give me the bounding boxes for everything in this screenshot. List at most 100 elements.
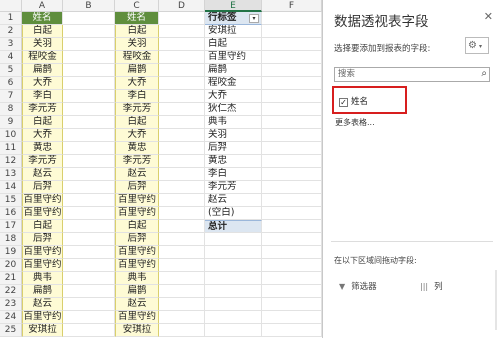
cell-f24[interactable] xyxy=(262,311,322,324)
cell-c18[interactable]: 后羿 xyxy=(115,233,159,246)
columns-area-label[interactable]: ||| 列 xyxy=(420,280,443,292)
cell-f9[interactable] xyxy=(262,116,322,129)
row-header[interactable]: 8 xyxy=(0,103,22,116)
cell-b5[interactable] xyxy=(63,64,115,77)
cell-f15[interactable] xyxy=(262,194,322,207)
cell-a9[interactable]: 白起 xyxy=(22,116,63,129)
cell-f22[interactable] xyxy=(262,285,322,298)
cell-a13[interactable]: 赵云 xyxy=(22,168,63,181)
cell-b15[interactable] xyxy=(63,194,115,207)
pivot-row-item[interactable]: 百里守约 xyxy=(205,51,262,64)
cell-c9[interactable]: 白起 xyxy=(115,116,159,129)
cell-c1[interactable]: 姓名 xyxy=(115,12,159,25)
cell-f20[interactable] xyxy=(262,259,322,272)
cell-e23[interactable] xyxy=(205,298,262,311)
cell-f7[interactable] xyxy=(262,90,322,103)
column-header-a[interactable]: A xyxy=(22,0,63,12)
row-header[interactable]: 14 xyxy=(0,181,22,194)
cell-c4[interactable]: 程咬金 xyxy=(115,51,159,64)
row-header[interactable]: 15 xyxy=(0,194,22,207)
cell-c10[interactable]: 大乔 xyxy=(115,129,159,142)
row-header[interactable]: 24 xyxy=(0,311,22,324)
pivot-row-item[interactable]: 关羽 xyxy=(205,129,262,142)
cell-a11[interactable]: 黄忠 xyxy=(22,142,63,155)
cell-a2[interactable]: 白起 xyxy=(22,25,63,38)
cell-a17[interactable]: 白起 xyxy=(22,220,63,233)
cell-a3[interactable]: 关羽 xyxy=(22,38,63,51)
cell-e18[interactable] xyxy=(205,233,262,246)
cell-f12[interactable] xyxy=(262,155,322,168)
pivot-row-item[interactable]: 黄忠 xyxy=(205,155,262,168)
column-header-d[interactable]: D xyxy=(159,0,205,12)
cell-a15[interactable]: 百里守约 xyxy=(22,194,63,207)
cell-f25[interactable] xyxy=(262,324,322,337)
cell-d14[interactable] xyxy=(159,181,205,194)
cell-f16[interactable] xyxy=(262,207,322,220)
pivot-row-item[interactable]: 狄仁杰 xyxy=(205,103,262,116)
row-header[interactable]: 21 xyxy=(0,272,22,285)
cell-d18[interactable] xyxy=(159,233,205,246)
cell-d4[interactable] xyxy=(159,51,205,64)
cell-f6[interactable] xyxy=(262,77,322,90)
pivot-row-item[interactable]: 程咬金 xyxy=(205,77,262,90)
cell-a5[interactable]: 扁鹊 xyxy=(22,64,63,77)
cell-d25[interactable] xyxy=(159,324,205,337)
cell-a1[interactable]: 姓名 xyxy=(22,12,63,25)
pivot-row-item[interactable]: 赵云 xyxy=(205,194,262,207)
cell-d22[interactable] xyxy=(159,285,205,298)
row-header[interactable]: 17 xyxy=(0,220,22,233)
cell-b10[interactable] xyxy=(63,129,115,142)
cell-a14[interactable]: 后羿 xyxy=(22,181,63,194)
filter-dropdown-button[interactable]: ▾ xyxy=(249,14,259,23)
cell-d1[interactable] xyxy=(159,12,205,25)
row-header[interactable]: 4 xyxy=(0,51,22,64)
cell-b22[interactable] xyxy=(63,285,115,298)
pivot-row-item[interactable]: 李白 xyxy=(205,168,262,181)
cell-b6[interactable] xyxy=(63,77,115,90)
column-header-c[interactable]: C xyxy=(115,0,159,12)
cell-d19[interactable] xyxy=(159,246,205,259)
cell-a18[interactable]: 后羿 xyxy=(22,233,63,246)
cell-f4[interactable] xyxy=(262,51,322,64)
row-header[interactable]: 5 xyxy=(0,64,22,77)
cell-e25[interactable] xyxy=(205,324,262,337)
cell-d12[interactable] xyxy=(159,155,205,168)
field-item-name[interactable]: ✓ 姓名 xyxy=(339,95,368,107)
cell-c14[interactable]: 后羿 xyxy=(115,181,159,194)
cell-a8[interactable]: 李元芳 xyxy=(22,103,63,116)
row-header[interactable]: 25 xyxy=(0,324,22,337)
row-header[interactable]: 18 xyxy=(0,233,22,246)
cell-f5[interactable] xyxy=(262,64,322,77)
cell-b4[interactable] xyxy=(63,51,115,64)
row-header[interactable]: 22 xyxy=(0,285,22,298)
pivot-row-item[interactable]: (空白) xyxy=(205,207,262,220)
cell-c5[interactable]: 扁鹊 xyxy=(115,64,159,77)
cell-c22[interactable]: 扁鹊 xyxy=(115,285,159,298)
pivot-row-item[interactable]: 大乔 xyxy=(205,90,262,103)
cell-e24[interactable] xyxy=(205,311,262,324)
cell-d21[interactable] xyxy=(159,272,205,285)
row-header[interactable]: 13 xyxy=(0,168,22,181)
cell-f19[interactable] xyxy=(262,246,322,259)
cell-a10[interactable]: 大乔 xyxy=(22,129,63,142)
field-search-input[interactable]: 搜索 ⌕ xyxy=(334,67,490,82)
pivot-grand-total[interactable]: 总计 xyxy=(205,220,262,233)
cell-c17[interactable]: 白起 xyxy=(115,220,159,233)
cell-c25[interactable]: 安琪拉 xyxy=(115,324,159,337)
cell-d5[interactable] xyxy=(159,64,205,77)
cell-b19[interactable] xyxy=(63,246,115,259)
cell-d15[interactable] xyxy=(159,194,205,207)
cell-c20[interactable]: 百里守约 xyxy=(115,259,159,272)
pivot-row-item[interactable]: 典韦 xyxy=(205,116,262,129)
field-checkbox[interactable]: ✓ xyxy=(339,98,348,107)
cell-b2[interactable] xyxy=(63,25,115,38)
cell-a12[interactable]: 李元芳 xyxy=(22,155,63,168)
close-icon[interactable]: ✕ xyxy=(484,10,493,23)
cell-d23[interactable] xyxy=(159,298,205,311)
row-header[interactable]: 6 xyxy=(0,77,22,90)
cell-d10[interactable] xyxy=(159,129,205,142)
cell-b20[interactable] xyxy=(63,259,115,272)
cell-a21[interactable]: 典韦 xyxy=(22,272,63,285)
cell-f8[interactable] xyxy=(262,103,322,116)
column-header-b[interactable]: B xyxy=(63,0,115,12)
